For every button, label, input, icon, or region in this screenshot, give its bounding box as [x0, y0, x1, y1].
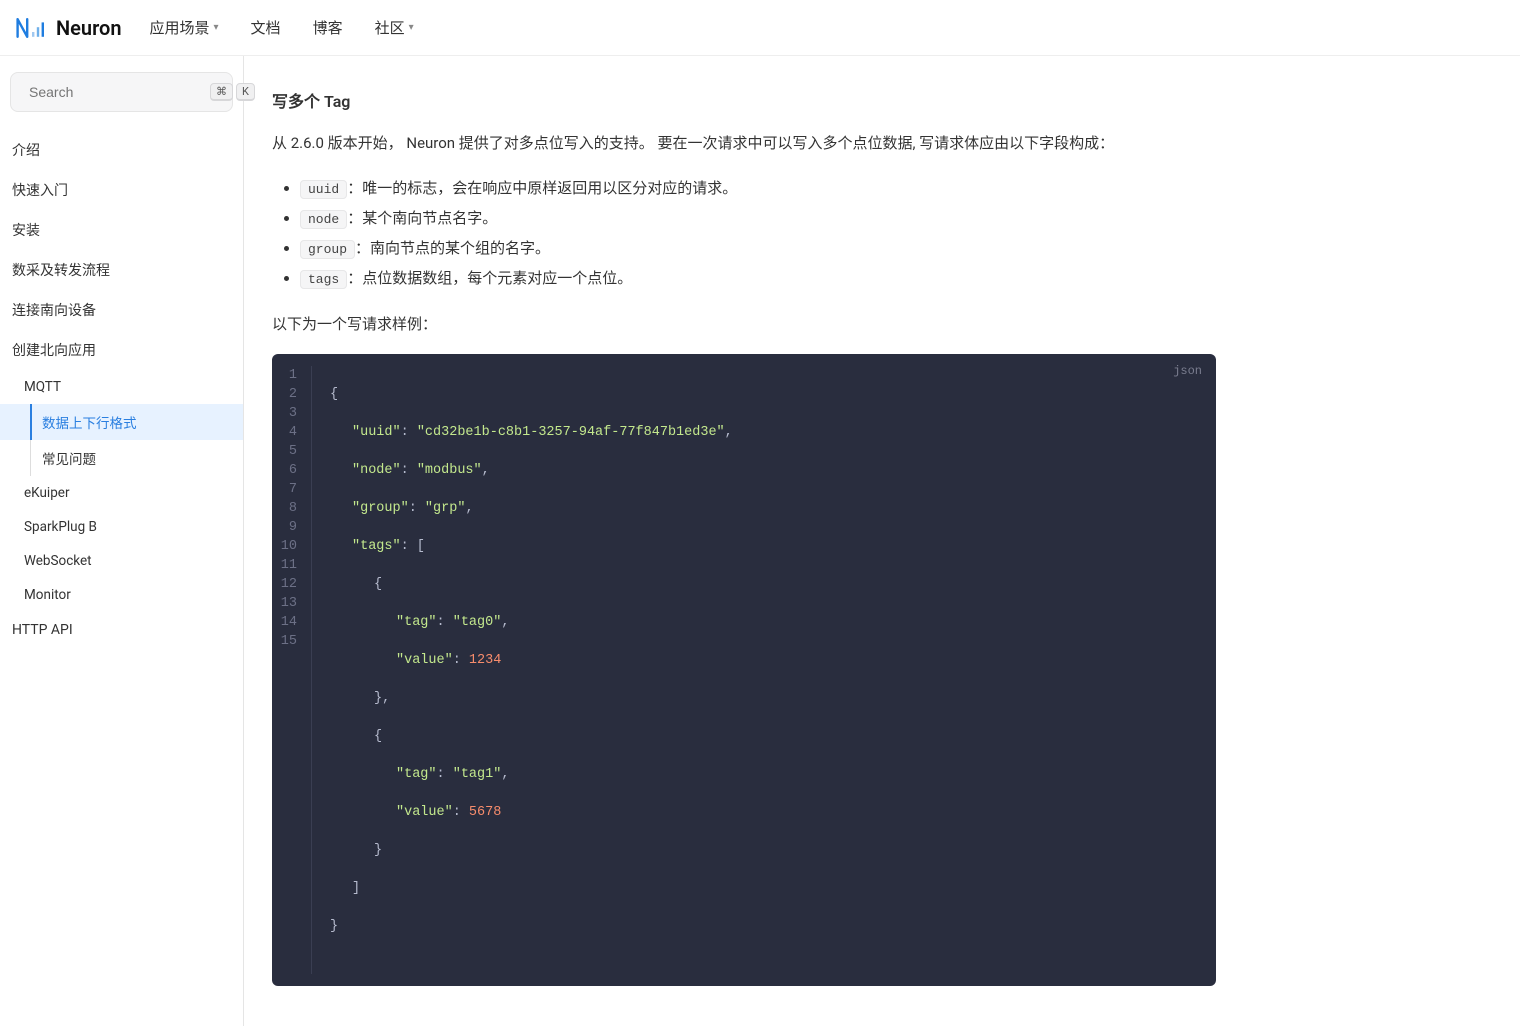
nav-docs[interactable]: 文档	[251, 17, 281, 38]
code-language-label: json	[1173, 362, 1202, 381]
sidebar-item-data-format[interactable]: 数据上下行格式	[0, 404, 243, 440]
sidebar-item-httpapi[interactable]: HTTP API	[0, 612, 243, 648]
field-list: uuid：唯一的标志，会在响应中原样返回用以区分对应的请求。 node：某个南向…	[272, 173, 1216, 293]
intro-paragraph: 从 2.6.0 版本开始， Neuron 提供了对多点位写入的支持。 要在一次请…	[272, 130, 1216, 157]
code-sample: json 123456789101112131415 { "uuid": "cd…	[272, 354, 1216, 986]
search-shortcut: ⌘ K	[210, 83, 255, 101]
nav-community[interactable]: 社区 ▾	[375, 17, 414, 38]
kbd-k: K	[236, 83, 255, 101]
sidebar-item-connect[interactable]: 连接南向设备	[0, 290, 243, 330]
main-content: 写多个 Tag 从 2.6.0 版本开始， Neuron 提供了对多点位写入的支…	[244, 56, 1244, 1026]
code-gutter: 123456789101112131415	[272, 366, 312, 974]
list-item: uuid：唯一的标志，会在响应中原样返回用以区分对应的请求。	[300, 173, 1216, 203]
logo[interactable]: Neuron	[16, 16, 122, 40]
sidebar-item-websocket[interactable]: WebSocket	[0, 544, 243, 578]
inline-code: uuid	[300, 180, 347, 199]
inline-code: group	[300, 240, 355, 259]
list-item: node：某个南向节点名字。	[300, 203, 1216, 233]
sidebar-item-install[interactable]: 安装	[0, 210, 243, 250]
top-nav: Neuron 应用场景 ▾ 文档 博客 社区 ▾	[0, 0, 1520, 56]
list-text: ：唯一的标志，会在响应中原样返回用以区分对应的请求。	[347, 179, 737, 197]
nav-scenes[interactable]: 应用场景 ▾	[150, 17, 219, 38]
sidebar-item-create-north[interactable]: 创建北向应用	[0, 330, 243, 370]
inline-code: tags	[300, 270, 347, 289]
nav-blog[interactable]: 博客	[313, 17, 343, 38]
nav-scenes-label: 应用场景	[150, 17, 210, 38]
sidebar-item-monitor[interactable]: Monitor	[0, 578, 243, 612]
side-menu: 介绍 快速入门 安装 数采及转发流程 连接南向设备 创建北向应用 MQTT 数据…	[0, 130, 243, 648]
search-input[interactable]	[29, 84, 210, 100]
list-text: ：南向节点的某个组的名字。	[355, 239, 550, 257]
section-heading: 写多个 Tag	[272, 88, 1216, 112]
sidebar-item-quickstart[interactable]: 快速入门	[0, 170, 243, 210]
neuron-logo-icon	[16, 16, 48, 40]
sidebar-item-mqtt[interactable]: MQTT	[0, 370, 243, 404]
list-text: ：某个南向节点名字。	[347, 209, 497, 227]
brand-text: Neuron	[56, 16, 122, 40]
nav-community-label: 社区	[375, 17, 405, 38]
kbd-cmd: ⌘	[210, 83, 233, 101]
code-body: { "uuid": "cd32be1b-c8b1-3257-94af-77f84…	[312, 366, 733, 974]
chevron-down-icon: ▾	[409, 22, 414, 33]
sidebar: ⌘ K 介绍 快速入门 安装 数采及转发流程 连接南向设备 创建北向应用 MQT…	[0, 56, 244, 1026]
list-item: group：南向节点的某个组的名字。	[300, 233, 1216, 263]
sidebar-item-sparkplug[interactable]: SparkPlug B	[0, 510, 243, 544]
sidebar-item-intro[interactable]: 介绍	[0, 130, 243, 170]
sidebar-item-ekuiper[interactable]: eKuiper	[0, 476, 243, 510]
list-text: ：点位数据数组，每个元素对应一个点位。	[347, 269, 632, 287]
sidebar-item-collect[interactable]: 数采及转发流程	[0, 250, 243, 290]
main-nav: 应用场景 ▾ 文档 博客 社区 ▾	[150, 17, 414, 38]
inline-code: node	[300, 210, 347, 229]
sidebar-item-faq[interactable]: 常见问题	[0, 440, 243, 476]
chevron-down-icon: ▾	[214, 22, 219, 33]
example-label: 以下为一个写请求样例：	[272, 311, 1216, 338]
search-box[interactable]: ⌘ K	[10, 72, 233, 112]
list-item: tags：点位数据数组，每个元素对应一个点位。	[300, 263, 1216, 293]
